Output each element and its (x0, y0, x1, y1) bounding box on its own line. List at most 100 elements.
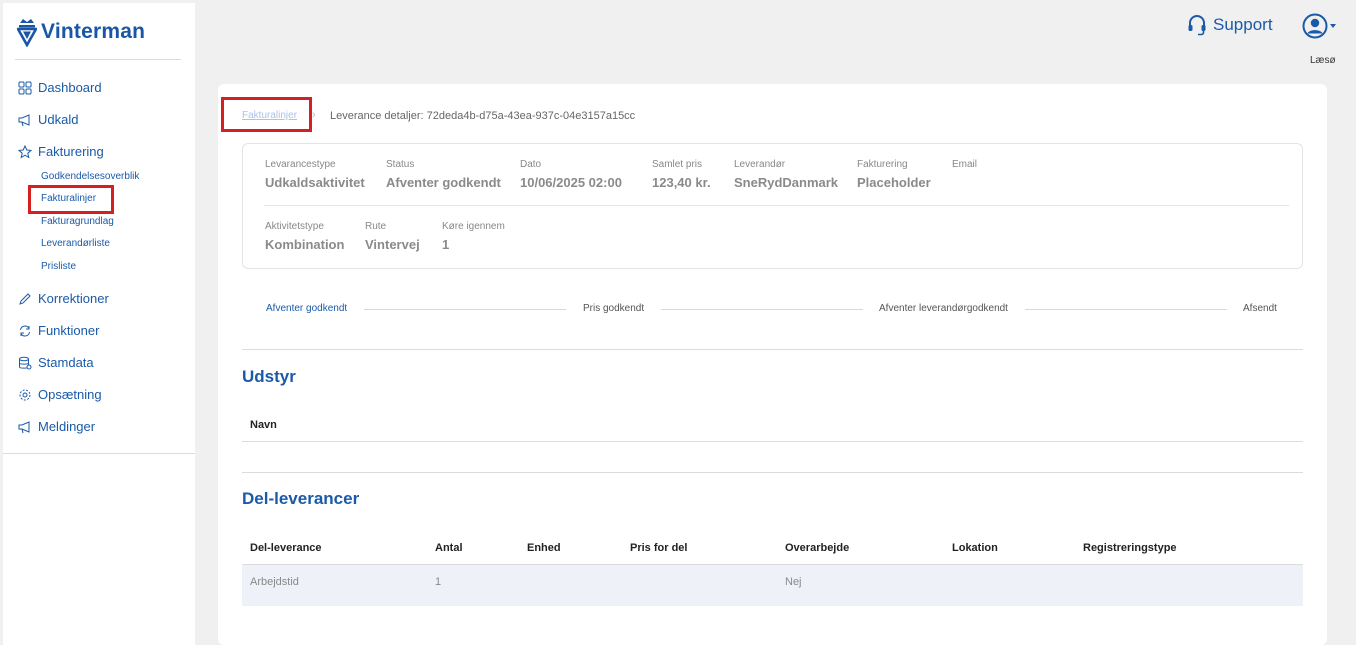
table-cell: 1 (435, 576, 442, 588)
step-afventer-leverandorgodkendt: Afventer leverandørgodkendt (879, 303, 1008, 314)
table-cell: Nej (785, 576, 802, 588)
field-leverandor: Leverandør SneRydDanmark (734, 159, 838, 190)
divider (264, 205, 1289, 206)
sidebar-item-opsaetning[interactable]: Opsætning (18, 387, 102, 402)
sidebar-subitem-prisliste[interactable]: Prisliste (41, 261, 76, 272)
divider (15, 59, 181, 60)
column-header-antal[interactable]: Antal (435, 542, 463, 554)
step-pris-godkendt: Pris godkendt (583, 303, 645, 314)
field-value: 123,40 kr. (652, 175, 711, 190)
divider (242, 472, 1303, 473)
field-value: Kombination (265, 237, 345, 252)
chevron-down-icon (1330, 24, 1336, 28)
field-label: Samlet pris (652, 159, 703, 170)
support-label: Support (1213, 15, 1273, 34)
crown-v-icon (17, 19, 37, 47)
field-label: Levarancestype (265, 159, 336, 170)
user-circle-icon (1302, 13, 1328, 39)
field-levarancestype: Levarancestype Udkaldsaktivitet (265, 159, 365, 190)
star-icon (18, 144, 32, 159)
field-email: Email (952, 159, 977, 175)
support-button[interactable]: Support (1187, 14, 1273, 36)
sidebar-item-label: Korrektioner (38, 291, 109, 306)
field-fakturering: Fakturering Placeholder (857, 159, 931, 190)
grid-icon (18, 81, 32, 94)
field-label: Dato (520, 159, 542, 170)
field-value: Udkaldsaktivitet (265, 175, 365, 190)
field-label: Rute (365, 221, 387, 232)
field-label: Aktivitetstype (265, 221, 324, 232)
field-kore-igennem: Køre igennem 1 (442, 221, 505, 252)
sidebar-subitem-fakturagrundlag[interactable]: Fakturagrundlag (41, 216, 114, 227)
field-rute: Rute Vintervej (365, 221, 420, 252)
divider (242, 349, 1303, 350)
field-value: Vintervej (365, 237, 420, 252)
sidebar-item-fakturering[interactable]: Fakturering (18, 144, 104, 159)
field-dato: Dato 10/06/2025 02:00 (520, 159, 622, 190)
field-value: SneRydDanmark (734, 175, 839, 190)
column-header-pris-for-del[interactable]: Pris for del (630, 542, 687, 554)
section-title-del-leverancer: Del-leverancer (242, 489, 360, 508)
column-header-enhed[interactable]: Enhed (527, 542, 561, 554)
field-label: Leverandør (734, 159, 786, 170)
field-value: 10/06/2025 02:00 (520, 175, 622, 190)
column-header-registreringstype[interactable]: Registreringstype (1083, 542, 1177, 554)
table-row[interactable] (242, 565, 1303, 606)
table-cell: Arbejdstid (250, 576, 299, 588)
step-connector (1025, 309, 1227, 310)
field-label: Køre igennem (442, 221, 505, 232)
sidebar-item-label: Udkald (38, 112, 79, 127)
sidebar-subitem-leverandorliste[interactable]: Leverandørliste (41, 238, 110, 249)
sidebar-item-meldinger[interactable]: Meldinger (18, 419, 95, 434)
sidebar-item-stamdata[interactable]: Stamdata (18, 355, 94, 370)
user-name: Læsø (1310, 55, 1336, 66)
megaphone-icon (18, 420, 30, 433)
field-value: Afventer godkendt (386, 175, 501, 190)
column-header-del-leverance[interactable]: Del-leverance (250, 542, 322, 554)
column-header-lokation[interactable]: Lokation (952, 542, 998, 554)
sidebar-item-label: Opsætning (38, 387, 102, 402)
user-menu-button[interactable] (1302, 13, 1336, 39)
sidebar-item-label: Stamdata (38, 355, 94, 370)
step-afsendt: Afsendt (1243, 303, 1277, 314)
main-card: Fakturalinjer › Leverance detaljer: 72de… (218, 84, 1327, 645)
section-title-udstyr: Udstyr (242, 367, 296, 386)
pencil-icon (19, 292, 31, 305)
brand-name: Vinterman (41, 20, 146, 43)
chevron-right-icon: › (312, 109, 316, 121)
sidebar-item-udkald[interactable]: Udkald (18, 112, 78, 127)
brand-logo[interactable]: Vinterman (17, 17, 145, 47)
sidebar-item-label: Fakturering (38, 144, 104, 159)
sidebar: Vinterman Dashboard Udkald Fakturering G… (3, 3, 195, 645)
sidebar-subitem-godkendelsesoverblik[interactable]: Godkendelsesoverblik (41, 171, 139, 182)
table-header-rule (242, 441, 1303, 442)
field-value: Placeholder (857, 175, 931, 190)
sidebar-item-label: Funktioner (38, 323, 100, 338)
details-panel: Levarancestype Udkaldsaktivitet Status A… (242, 143, 1303, 269)
breadcrumb-current: Leverance detaljer: 72deda4b-d75a-43ea-9… (330, 110, 636, 122)
selection-highlight (28, 185, 114, 214)
field-label: Status (386, 159, 415, 170)
database-icon (19, 356, 32, 369)
field-value: 1 (442, 237, 450, 252)
field-status: Status Afventer godkendt (386, 159, 501, 190)
divider (3, 453, 195, 454)
megaphone-icon (18, 113, 30, 126)
gear-icon (19, 389, 31, 400)
step-connector (364, 309, 566, 310)
sidebar-item-funktioner[interactable]: Funktioner (18, 323, 99, 338)
sidebar-item-dashboard[interactable]: Dashboard (18, 80, 102, 95)
refresh-icon (20, 325, 30, 336)
sidebar-item-label: Meldinger (38, 419, 96, 434)
field-aktivitetstype: Aktivitetstype Kombination (265, 221, 344, 252)
selection-highlight (221, 97, 312, 132)
sidebar-item-korrektioner[interactable]: Korrektioner (18, 291, 109, 306)
field-samlet-pris: Samlet pris 123,40 kr. (652, 159, 711, 190)
step-connector (661, 309, 863, 310)
column-header-overarbejde[interactable]: Overarbejde (785, 542, 849, 554)
headset-icon (1188, 15, 1206, 36)
step-afventer-godkendt: Afventer godkendt (266, 303, 348, 314)
field-label: Email (952, 159, 978, 170)
field-label: Fakturering (857, 159, 908, 170)
column-header-navn[interactable]: Navn (250, 419, 277, 431)
